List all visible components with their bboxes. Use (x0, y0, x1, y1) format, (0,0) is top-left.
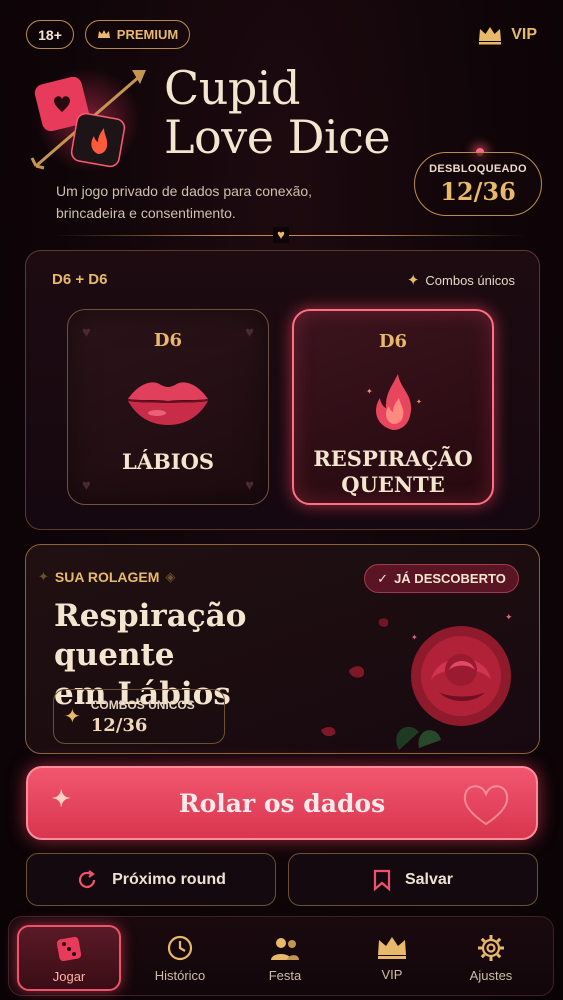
nav-item-ajustes[interactable]: Ajustes (439, 925, 543, 991)
app-title-line2: Love Dice (164, 110, 391, 164)
roll-result-panel: ✦ SUA ROLAGEM ◈ ✓ JÁ DESCOBERTO Respiraç… (25, 544, 540, 754)
unlocked-counter: DESBLOQUEADO 12/36 (414, 152, 542, 216)
roll-dice-button[interactable]: ✦ Rolar os dados (26, 766, 538, 840)
discovered-label: JÁ DESCOBERTO (394, 571, 506, 586)
app-title: Cupid Love Dice (164, 64, 424, 162)
nav-label: VIP (381, 966, 403, 982)
die-name: RESPIRAÇÃO QUENTE (313, 446, 472, 498)
nav-item-historico[interactable]: Histórico (128, 925, 232, 991)
ornament-icon: ✦ (38, 569, 49, 584)
die-name-line2: QUENTE (341, 472, 445, 497)
check-icon: ✓ (377, 570, 389, 586)
clock-icon (167, 935, 193, 960)
heart-icon: ♥ (245, 324, 254, 341)
nav-label: Festa (268, 967, 302, 983)
die-name: LÁBIOS (121, 449, 215, 474)
subtitle-line1: Um jogo privado de dados para conexão, (56, 183, 313, 199)
save-button[interactable]: Salvar (288, 853, 538, 906)
dice-combo-label: D6 + D6 (52, 271, 108, 288)
die-type: D6 (153, 330, 183, 351)
premium-label: PREMIUM (116, 27, 179, 42)
next-round-button[interactable]: Próximo round (26, 853, 276, 906)
bottom-navigation: Jogar Histórico Festa VIP Ajustes (8, 916, 554, 996)
sparkle-icon: ✦ (406, 272, 420, 289)
unique-combos-link: ✦ Combos únicos (407, 271, 515, 289)
dice-icon (56, 936, 82, 961)
lips-icon (127, 382, 209, 425)
discovered-badge: ✓ JÁ DESCOBERTO (364, 564, 519, 593)
die-card-hot-breath[interactable]: D6 ✦ ✦ RESPIRAÇÃO QUENTE (292, 309, 494, 505)
vip-header-button[interactable]: VIP (477, 20, 537, 49)
svg-text:✦: ✦ (411, 633, 418, 642)
die-art: ✦ ✦ (358, 362, 428, 436)
unique-combos-label: Combos únicos (425, 272, 515, 288)
die-art (125, 361, 211, 441)
app-subtitle: Um jogo privado de dados para conexão, b… (56, 180, 366, 224)
subtitle-line2: brincadeira e consentimento. (56, 205, 236, 221)
combos-counter: ✦ COMBOS ÚNICOS 12/36 (53, 689, 225, 744)
app-title-line1: Cupid (164, 61, 300, 115)
gear-icon (478, 934, 504, 961)
nav-item-festa[interactable]: Festa (233, 925, 337, 991)
crown-icon (378, 936, 406, 959)
die-card-lips[interactable]: ♥ ♥ ♥ ♥ D6 LÁBIOS (67, 309, 269, 505)
svg-text:✦: ✦ (505, 612, 513, 622)
age-rating-badge: 18+ (26, 20, 74, 49)
vip-label: VIP (511, 25, 537, 43)
nav-label: Ajustes (469, 967, 513, 983)
roll-label: ✦ SUA ROLAGEM ◈ (38, 569, 175, 585)
sparkle-icon: ✦ (64, 706, 81, 728)
people-icon (271, 937, 299, 960)
heart-icon: ♥ (82, 324, 91, 341)
refresh-icon (79, 869, 96, 888)
unlocked-value: 12/36 (440, 176, 516, 206)
nav-label: Jogar (52, 968, 86, 984)
ornament-icon: ◈ (165, 569, 176, 584)
roll-dice-label: Rolar os dados (178, 788, 386, 818)
save-label: Salvar (404, 870, 454, 888)
cupid-dice-logo-icon (30, 68, 146, 172)
unlocked-label: DESBLOQUEADO (429, 162, 527, 175)
rose-icon: ✦ ✦ (321, 612, 513, 750)
heart-icon: ♥ (82, 477, 91, 494)
next-round-label: Próximo round (112, 870, 226, 888)
combos-label: COMBOS ÚNICOS (90, 697, 195, 712)
heart-icon: ♥ (273, 227, 289, 243)
flame-icon: ✦ ✦ (366, 374, 422, 430)
roll-label-text: SUA ROLAGEM (54, 569, 160, 585)
die-name-line1: RESPIRAÇÃO (313, 446, 473, 471)
crown-icon (479, 26, 502, 44)
bookmark-icon (373, 869, 391, 891)
divider (56, 235, 526, 236)
crown-icon (97, 30, 110, 38)
premium-badge[interactable]: PREMIUM (85, 20, 190, 49)
combos-value: 12/36 (90, 714, 148, 736)
die-type: D6 (378, 331, 408, 352)
svg-text:✦: ✦ (366, 387, 373, 396)
sparkle-icon: ✦ (52, 786, 71, 812)
nav-item-vip[interactable]: VIP (340, 925, 444, 991)
heart-icon (463, 785, 509, 826)
heart-icon: ♥ (245, 477, 254, 494)
dice-panel: D6 + D6 ✦ Combos únicos ♥ ♥ ♥ ♥ D6 LÁBIO… (25, 250, 540, 530)
svg-text:✦: ✦ (416, 398, 422, 406)
nav-item-jogar[interactable]: Jogar (17, 925, 121, 991)
nav-label: Histórico (154, 967, 206, 983)
